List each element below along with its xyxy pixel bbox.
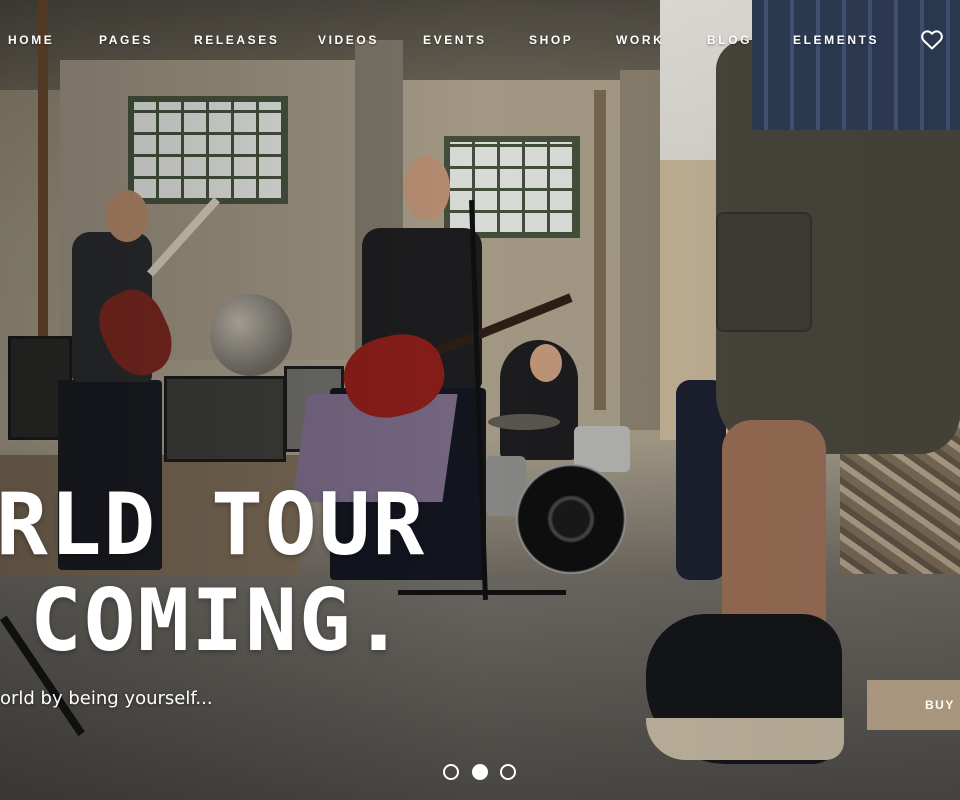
nav-item-shop[interactable]: SHOP bbox=[529, 33, 573, 47]
image-overlay bbox=[0, 0, 960, 800]
nav-item-pages[interactable]: PAGES bbox=[99, 33, 153, 47]
slider-pagination bbox=[443, 764, 519, 780]
main-nav: HOME PAGES RELEASES VIDEOS EVENTS SHOP W… bbox=[0, 28, 960, 52]
hero-headline-line2: COMING. bbox=[30, 571, 407, 671]
hero-subline: orld by being yourself... bbox=[0, 688, 213, 709]
nav-item-videos[interactable]: VIDEOS bbox=[318, 33, 379, 47]
nav-item-elements[interactable]: ELEMENTS bbox=[793, 33, 879, 47]
nav-item-work[interactable]: WORK bbox=[616, 33, 664, 47]
hero-headline-line1: RLD TOUR bbox=[0, 475, 427, 575]
nav-item-releases[interactable]: RELEASES bbox=[194, 33, 279, 47]
nav-item-home[interactable]: HOME bbox=[8, 33, 54, 47]
nav-item-events[interactable]: EVENTS bbox=[423, 33, 487, 47]
buy-button[interactable]: BUY bbox=[867, 680, 960, 730]
slider-dot-1[interactable] bbox=[443, 764, 459, 780]
heart-icon[interactable] bbox=[920, 28, 944, 52]
hero-background bbox=[0, 0, 960, 800]
nav-item-blog[interactable]: BLOG bbox=[707, 33, 752, 47]
slider-dot-3[interactable] bbox=[500, 764, 516, 780]
slider-dot-2[interactable] bbox=[472, 764, 488, 780]
